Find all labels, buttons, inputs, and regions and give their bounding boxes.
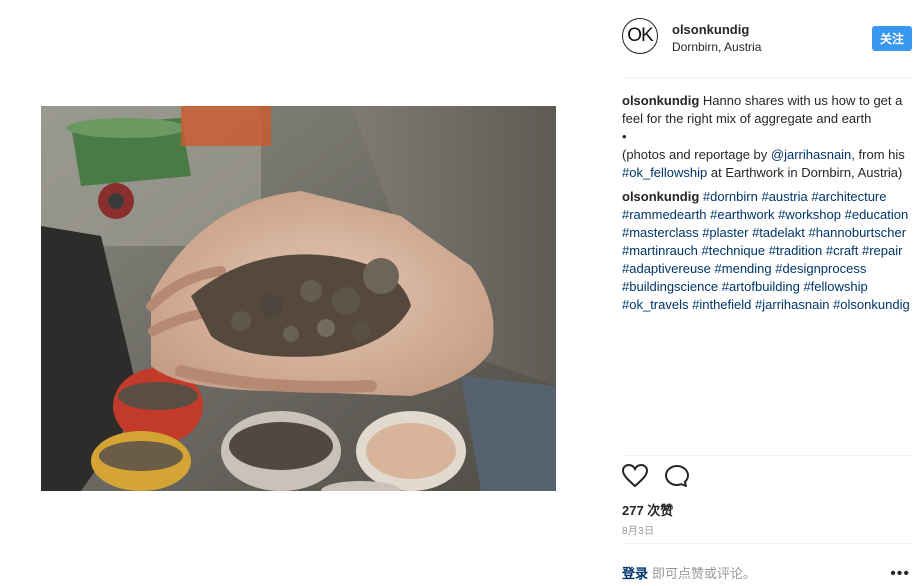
post-photo[interactable] [41, 106, 556, 491]
avatar[interactable]: OK [622, 18, 658, 54]
action-bar [621, 463, 702, 494]
hashtag-link[interactable]: #martinrauch [622, 243, 698, 258]
hashtag-link[interactable]: #hannoburtscher [808, 225, 906, 240]
hashtag-link[interactable]: #workshop [778, 207, 841, 222]
hashtag-list: #dornbirn #austria #architecture #rammed… [622, 189, 910, 312]
heart-icon[interactable] [621, 463, 649, 491]
caption-comment: olsonkundig Hanno shares with us how to … [622, 92, 910, 182]
tags-comment: olsonkundig #dornbirn #austria #architec… [622, 188, 910, 314]
hashtag-link[interactable]: #plaster [702, 225, 748, 240]
post-date[interactable]: 8月3日 [622, 522, 654, 537]
caption-username[interactable]: olsonkundig [622, 93, 699, 108]
post-header: OK olsonkundig Dornbirn, Austria 关注 [622, 18, 912, 62]
comment-icon[interactable] [664, 464, 690, 491]
caption-text-2c: at Earthwork in Dornbirn, Austria) [707, 165, 903, 180]
hashtag-link[interactable]: #mending [715, 261, 772, 276]
login-prompt: 登录 即可点赞或评论。 [622, 563, 756, 582]
hashtag-link[interactable]: #designprocess [775, 261, 866, 276]
hashtag-link[interactable]: #dornbirn [703, 189, 758, 204]
comments-section: olsonkundig Hanno shares with us how to … [622, 92, 910, 320]
more-icon[interactable]: ••• [890, 565, 910, 583]
hashtag-link[interactable]: #craft [826, 243, 859, 258]
header-divider [622, 77, 910, 78]
caption-hashtag[interactable]: #ok_fellowship [622, 165, 707, 180]
actions-divider [622, 455, 910, 456]
hashtag-link[interactable]: #architecture [811, 189, 886, 204]
hashtag-link[interactable]: #inthefield [692, 297, 751, 312]
hashtag-link[interactable]: #tradition [769, 243, 822, 258]
hashtag-link[interactable]: #jarrihasnain [755, 297, 829, 312]
login-prompt-text: 即可点赞或评论。 [652, 566, 757, 581]
hashtag-link[interactable]: #repair [862, 243, 902, 258]
caption-text-2b: , from his [851, 147, 905, 162]
hashtag-link[interactable]: #austria [761, 189, 807, 204]
post-photo-image [41, 106, 556, 491]
follow-button[interactable]: 关注 [871, 26, 912, 51]
hashtag-link[interactable]: #tadelakt [752, 225, 805, 240]
hashtag-link[interactable]: #adaptivereuse [622, 261, 711, 276]
hashtag-link[interactable]: #ok_travels [622, 297, 688, 312]
caption-text-2a: (photos and reportage by [622, 147, 771, 162]
header-username[interactable]: olsonkundig [672, 22, 749, 37]
hashtag-link[interactable]: #rammedearth [622, 207, 707, 222]
header-location[interactable]: Dornbirn, Austria [672, 40, 761, 54]
hashtag-link[interactable]: #buildingscience [622, 279, 718, 294]
caption-bullet: • [622, 129, 627, 144]
hashtag-link[interactable]: #technique [702, 243, 766, 258]
hashtag-link[interactable]: #masterclass [622, 225, 699, 240]
post-sidebar: OK olsonkundig Dornbirn, Austria 关注 olso… [621, 0, 912, 586]
login-link[interactable]: 登录 [622, 566, 648, 581]
tags-comment-username[interactable]: olsonkundig [622, 189, 699, 204]
hashtag-link[interactable]: #earthwork [710, 207, 774, 222]
like-count[interactable]: 277 次赞 [622, 500, 673, 519]
hashtag-link[interactable]: #artofbuilding [722, 279, 800, 294]
hashtag-link[interactable]: #education [845, 207, 909, 222]
hashtag-link[interactable]: #olsonkundig [833, 297, 910, 312]
hashtag-link[interactable]: #fellowship [803, 279, 867, 294]
footer-divider [622, 543, 910, 544]
caption-mention[interactable]: @jarrihasnain [771, 147, 851, 162]
